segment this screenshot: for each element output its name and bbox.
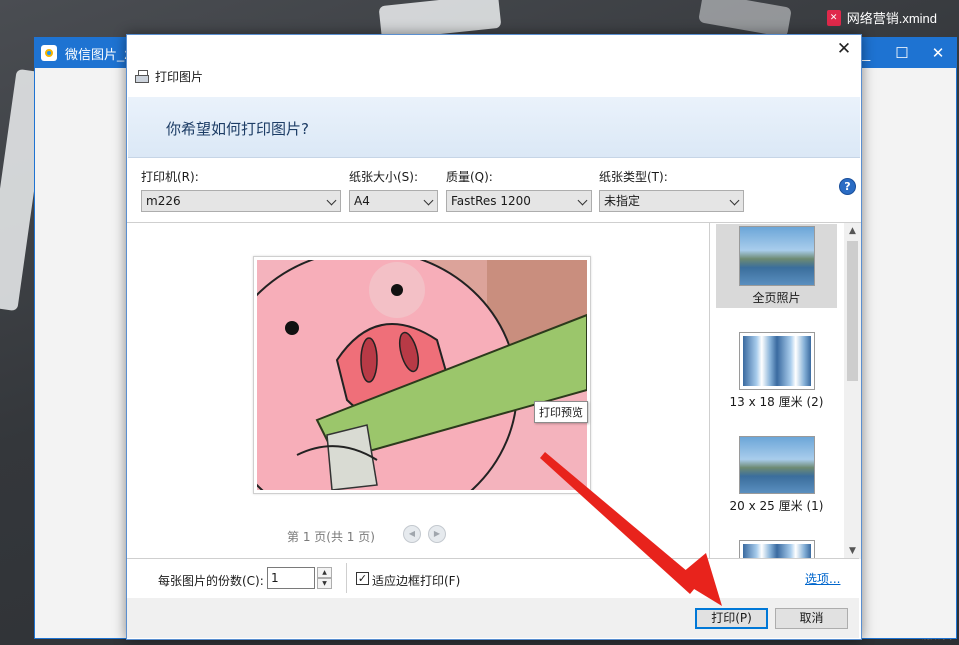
next-page-icon[interactable]: ▶ [428, 525, 446, 543]
xmind-icon: ✕ [826, 9, 841, 26]
chevron-down-icon [577, 195, 588, 206]
previous-page-icon[interactable]: ◀ [403, 525, 421, 543]
layout-thumbnail [738, 226, 815, 286]
dialog-footer: 打印(P) 取消 [127, 598, 859, 638]
paper-size-label: 纸张大小(S): [349, 170, 419, 184]
chevron-down-icon [326, 195, 337, 206]
preview-tooltip: 打印预览 [534, 401, 588, 423]
paper-size-value: A4 [354, 194, 370, 208]
printer-icon [135, 70, 149, 83]
spin-up-icon[interactable]: ▲ [317, 567, 332, 578]
layout-item-full-page[interactable]: 全页照片 [716, 224, 837, 308]
scroll-down-icon[interactable]: ▼ [844, 543, 861, 559]
quality-label: 质量(Q): [446, 170, 493, 184]
layout-thumbnail [738, 540, 815, 559]
chevron-down-icon [423, 195, 434, 206]
layout-thumbnail [738, 332, 815, 390]
print-button[interactable]: 打印(P) [695, 608, 768, 629]
page-indicator: 第 1 页(共 1 页) [287, 530, 375, 544]
dialog-title-text: 打印图片 [155, 70, 204, 84]
options-link[interactable]: 选项... [805, 570, 840, 587]
layout-item-13x18[interactable]: 13 x 18 厘米 (2) [716, 330, 837, 414]
copies-label: 每张图片的份数(C): [158, 574, 264, 588]
preview-page [253, 256, 591, 494]
printer-select[interactable]: m226 [141, 190, 341, 212]
paint-stroke [698, 0, 792, 38]
spin-down-icon[interactable]: ▼ [317, 578, 332, 589]
quality-value: FastRes 1200 [451, 194, 531, 208]
quality-select[interactable]: FastRes 1200 [446, 190, 592, 212]
layout-item-20x25[interactable]: 20 x 25 厘米 (1) [716, 434, 837, 518]
layout-list: 全页照片 13 x 18 厘米 (2) 20 x 25 厘米 (1) ▲ ▼ [709, 222, 861, 559]
close-icon[interactable]: ✕ [920, 38, 956, 68]
help-icon[interactable]: ? [839, 178, 856, 195]
layout-label: 全页照片 [752, 291, 801, 305]
paper-type-label: 纸张类型(T): [599, 170, 668, 184]
layout-scrollbar[interactable]: ▲ ▼ [844, 223, 861, 559]
chevron-down-icon [729, 195, 740, 206]
layout-label: 13 x 18 厘米 (2) [729, 395, 824, 409]
print-preview-area: 打印预览 第 1 页(共 1 页) ◀ ▶ [127, 222, 709, 559]
fit-frame-label[interactable]: 适应边框打印(F) [372, 572, 460, 589]
fit-frame-checkbox[interactable]: ✓ [356, 572, 369, 585]
paper-type-value: 未指定 [604, 194, 641, 208]
layout-item-more[interactable] [716, 538, 837, 559]
maximize-icon[interactable]: ☐ [884, 38, 920, 68]
options-bar: 每张图片的份数(C): 1 ▲ ▼ ✓ 适应边框打印(F) 选项... [127, 558, 859, 599]
scroll-thumb[interactable] [847, 241, 858, 381]
cancel-button[interactable]: 取消 [775, 608, 848, 629]
dialog-header: 你希望如何打印图片? [128, 97, 860, 158]
copies-input[interactable]: 1 [267, 567, 315, 589]
scroll-up-icon[interactable]: ▲ [844, 223, 861, 239]
layout-thumbnail [738, 436, 815, 494]
printer-label: 打印机(R): [141, 170, 199, 184]
layout-label: 20 x 25 厘米 (1) [729, 499, 824, 513]
dialog-title: 打印图片 [135, 68, 203, 85]
desktop-file-shortcut[interactable]: ✕ 网络营销.xmind [826, 8, 937, 27]
preview-image [257, 260, 587, 490]
print-pictures-dialog: ✕ 打印图片 你希望如何打印图片? 打印机(R): m226 纸张大小(S): … [126, 34, 862, 640]
printer-value: m226 [146, 194, 181, 208]
photos-app-icon [41, 45, 57, 61]
paper-size-select[interactable]: A4 [349, 190, 438, 212]
divider [346, 563, 347, 593]
dialog-heading: 你希望如何打印图片? [166, 120, 309, 138]
paper-type-select[interactable]: 未指定 [599, 190, 744, 212]
desktop-file-label: 网络营销.xmind [846, 11, 937, 26]
close-icon[interactable]: ✕ [833, 39, 855, 59]
